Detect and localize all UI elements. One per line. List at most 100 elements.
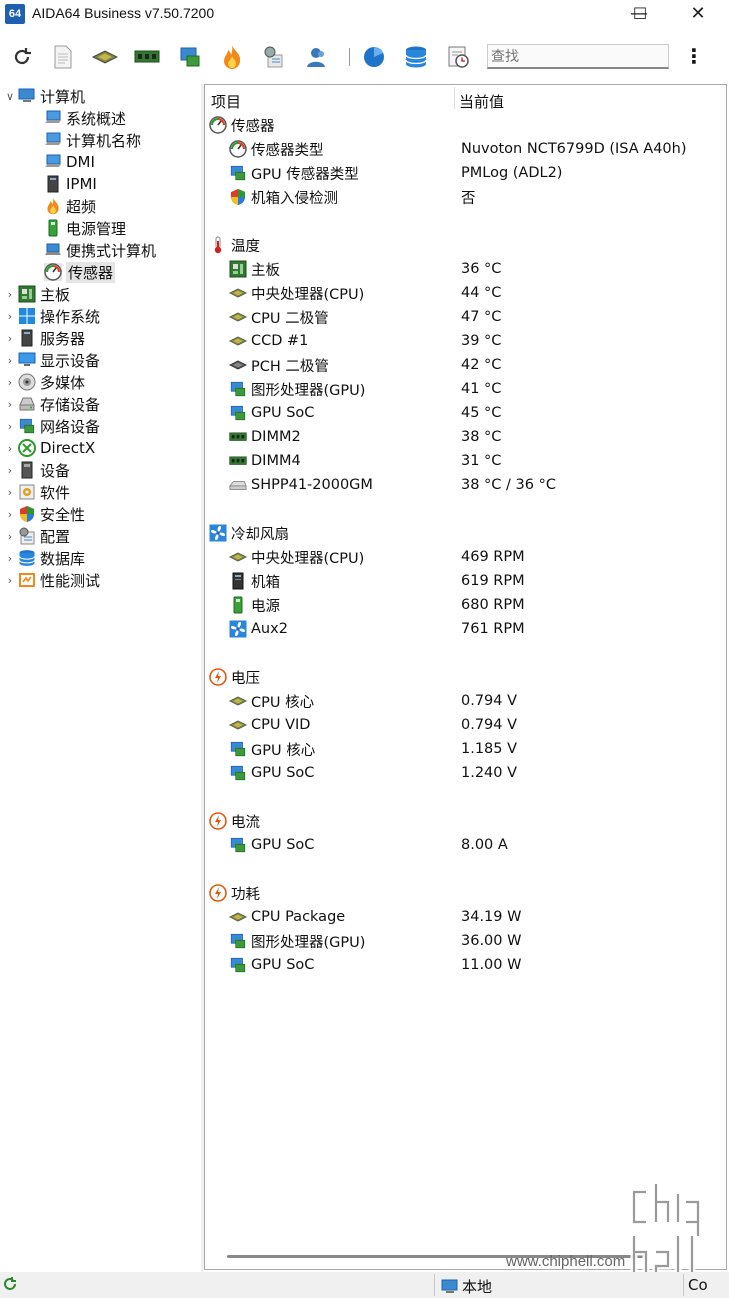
- sensor-row[interactable]: 中央处理器(CPU) 44 °C: [229, 281, 726, 305]
- group-header[interactable]: 功耗: [209, 881, 726, 905]
- chevron-right-icon[interactable]: ›: [2, 376, 18, 389]
- sensor-row[interactable]: 机箱入侵检测 否: [229, 185, 726, 209]
- sensor-label: GPU 传感器类型: [251, 166, 359, 183]
- sensor-value: 11.00 W: [461, 957, 522, 973]
- sensor-row[interactable]: GPU SoC 45 °C: [229, 401, 726, 425]
- sensor-row[interactable]: 主板 36 °C: [229, 257, 726, 281]
- sensor-row[interactable]: GPU 传感器类型 PMLog (ADL2): [229, 161, 726, 185]
- sensor-row[interactable]: Aux2 761 RPM: [229, 617, 726, 641]
- sensor-row[interactable]: GPU 核心 1.185 V: [229, 737, 726, 761]
- chevron-right-icon[interactable]: ›: [2, 508, 18, 521]
- chevron-down-icon[interactable]: ∨: [2, 90, 18, 103]
- sensor-row[interactable]: GPU SoC 11.00 W: [229, 953, 726, 977]
- sensor-row[interactable]: CPU 二极管 47 °C: [229, 305, 726, 329]
- chevron-right-icon[interactable]: ›: [2, 420, 18, 433]
- power-supply-icon: [44, 219, 62, 237]
- tree-item-label: 设备: [40, 461, 71, 480]
- group-header[interactable]: 传感器: [209, 113, 726, 137]
- tree-item-category[interactable]: › 性能测试: [2, 569, 100, 591]
- tree-item-label: 安全性: [40, 505, 86, 524]
- column-separator[interactable]: [454, 87, 455, 109]
- tree-item-category[interactable]: › 操作系统: [2, 305, 100, 327]
- group-header[interactable]: 温度: [209, 233, 726, 257]
- tree-item-category[interactable]: › 安全性: [2, 503, 85, 525]
- chevron-right-icon[interactable]: ›: [2, 288, 18, 301]
- chevron-right-icon[interactable]: ›: [2, 398, 18, 411]
- flame-icon[interactable]: [217, 42, 247, 72]
- tree-item-category[interactable]: › DirectX: [2, 437, 95, 459]
- chevron-right-icon[interactable]: ›: [2, 464, 18, 477]
- clock-pie-icon[interactable]: [359, 42, 389, 72]
- group-header[interactable]: 电流: [209, 809, 726, 833]
- cpu-icon[interactable]: [90, 42, 120, 72]
- sensor-row[interactable]: DIMM4 31 °C: [229, 449, 726, 473]
- sensor-row[interactable]: CPU 核心 0.794 V: [229, 689, 726, 713]
- column-header-value[interactable]: 当前值: [459, 91, 504, 112]
- chevron-right-icon[interactable]: ›: [2, 486, 18, 499]
- tree-item-category[interactable]: › 数据库: [2, 547, 85, 569]
- group-header[interactable]: 电压: [209, 665, 726, 689]
- tree-item-category[interactable]: › 服务器: [2, 327, 85, 349]
- sensor-row[interactable]: CCD #1 39 °C: [229, 329, 726, 353]
- tree-item-child[interactable]: 便携式计算机: [44, 239, 156, 261]
- tree-item-child[interactable]: 超频: [44, 195, 96, 217]
- sensor-row[interactable]: CPU VID 0.794 V: [229, 713, 726, 737]
- memory-icon[interactable]: [132, 42, 162, 72]
- sensor-row[interactable]: 机箱 619 RPM: [229, 569, 726, 593]
- search-input[interactable]: [487, 44, 669, 69]
- maximize-button[interactable]: ☐: [617, 0, 663, 30]
- more-menu-button[interactable]: ⋮: [684, 44, 704, 70]
- tree-item-label: 超频: [66, 197, 97, 216]
- tree-item-computer[interactable]: ∨ 计算机: [2, 85, 85, 107]
- fan-icon: [209, 524, 227, 542]
- tree-item-category[interactable]: › 主板: [2, 283, 70, 305]
- close-button[interactable]: ✕: [675, 0, 721, 30]
- sensor-row[interactable]: 电源 680 RPM: [229, 593, 726, 617]
- cpu-icon: [229, 908, 247, 926]
- tree-item-category[interactable]: › 存储设备: [2, 393, 100, 415]
- chevron-right-icon[interactable]: ›: [2, 310, 18, 323]
- sensor-row[interactable]: DIMM2 38 °C: [229, 425, 726, 449]
- report-icon[interactable]: [48, 42, 78, 72]
- tree-item-category[interactable]: › 软件: [2, 481, 70, 503]
- group-header[interactable]: 冷却风扇: [209, 521, 726, 545]
- chevron-right-icon[interactable]: ›: [2, 552, 18, 565]
- sensor-row[interactable]: 图形处理器(GPU) 41 °C: [229, 377, 726, 401]
- sensor-row[interactable]: PCH 二极管 42 °C: [229, 353, 726, 377]
- chevron-right-icon[interactable]: ›: [2, 354, 18, 367]
- tree-item-child[interactable]: 计算机名称: [44, 129, 141, 151]
- column-header-item[interactable]: 项目: [211, 91, 241, 112]
- sensor-label: 图形处理器(GPU): [251, 934, 366, 951]
- chevron-right-icon[interactable]: ›: [2, 332, 18, 345]
- sensor-row[interactable]: 中央处理器(CPU) 469 RPM: [229, 545, 726, 569]
- tree-item-child[interactable]: 传感器: [44, 261, 116, 283]
- tree-item-category[interactable]: › 多媒体: [2, 371, 85, 393]
- sensor-row[interactable]: 传感器类型 Nuvoton NCT6799D (ISA A40h): [229, 137, 726, 161]
- tree-item-category[interactable]: › 配置: [2, 525, 70, 547]
- schedule-icon[interactable]: [443, 42, 473, 72]
- chevron-right-icon[interactable]: ›: [2, 574, 18, 587]
- tree-item-child[interactable]: DMI: [44, 151, 95, 173]
- tree-item-child[interactable]: IPMI: [44, 173, 97, 195]
- tree-item-category[interactable]: › 设备: [2, 459, 70, 481]
- tree-item-child[interactable]: 电源管理: [44, 217, 126, 239]
- sensor-row[interactable]: GPU SoC 1.240 V: [229, 761, 726, 785]
- user-icon[interactable]: [301, 42, 331, 72]
- tree-item-child[interactable]: 系统概述: [44, 107, 126, 129]
- tree-item-label: DirectX: [40, 439, 96, 457]
- sensor-row[interactable]: GPU SoC 8.00 A: [229, 833, 726, 857]
- tree-item-category[interactable]: › 显示设备: [2, 349, 100, 371]
- sensor-row[interactable]: 图形处理器(GPU) 36.00 W: [229, 929, 726, 953]
- sensor-row[interactable]: SHPP41-2000GM 38 °C / 36 °C: [229, 473, 726, 497]
- refresh-icon[interactable]: [7, 42, 37, 72]
- database-icon[interactable]: [401, 42, 431, 72]
- window-title: AIDA64 Business v7.50.7200: [32, 5, 215, 21]
- tools-icon[interactable]: [259, 42, 289, 72]
- sensor-value: 42 °C: [461, 357, 502, 373]
- case-icon: [229, 572, 247, 590]
- chevron-right-icon[interactable]: ›: [2, 530, 18, 543]
- sensor-row[interactable]: CPU Package 34.19 W: [229, 905, 726, 929]
- chevron-right-icon[interactable]: ›: [2, 442, 18, 455]
- network-icon[interactable]: [175, 42, 205, 72]
- tree-item-category[interactable]: › 网络设备: [2, 415, 100, 437]
